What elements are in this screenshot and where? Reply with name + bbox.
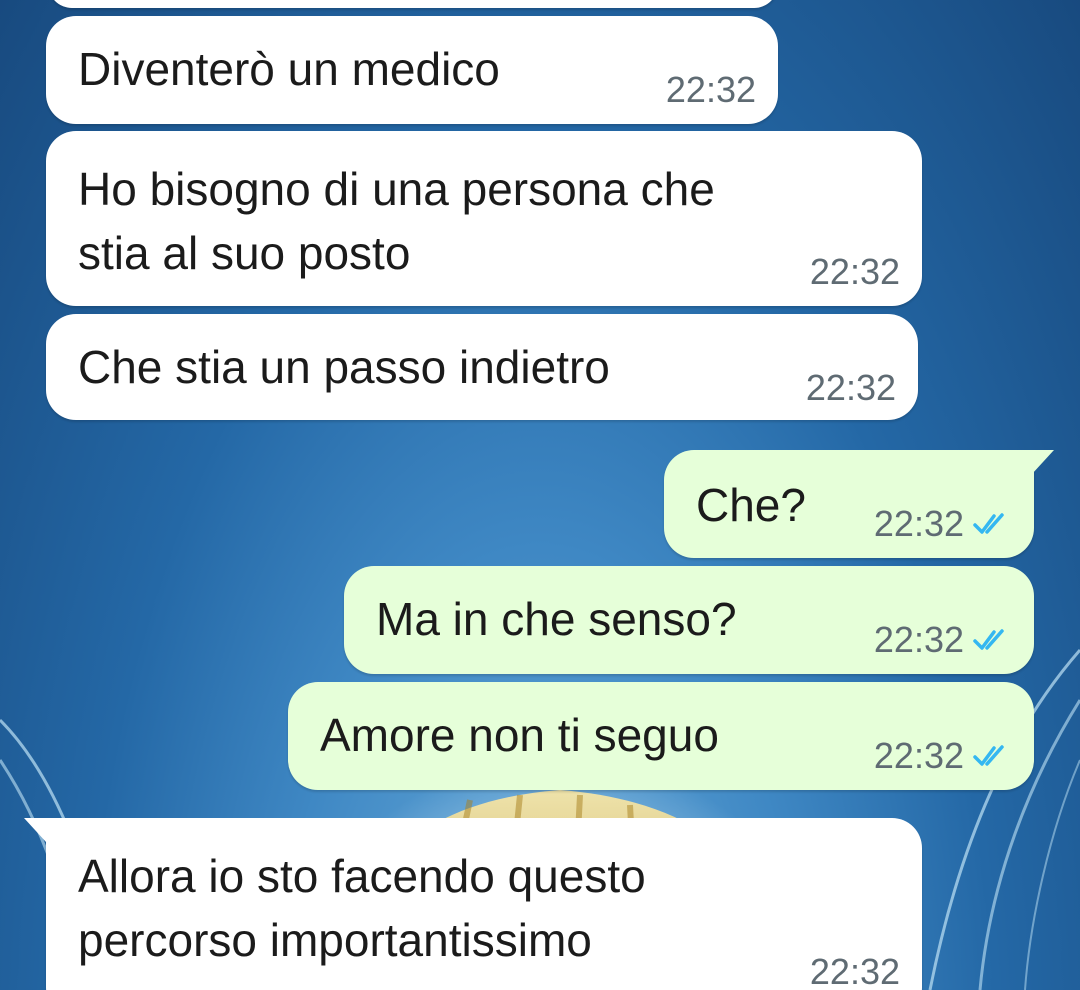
message-time: 22:32 — [873, 619, 964, 660]
message-bubble-incoming[interactable]: Ho bisogno di una persona che stia al su… — [46, 131, 922, 306]
message-text: Ma in che senso? — [376, 593, 737, 645]
message-bubble-incoming[interactable]: Diventerò un medico 22:32 — [46, 16, 778, 124]
message-meta: 22:32 — [806, 368, 896, 408]
message-text: Che? — [696, 479, 806, 531]
message-time: 22:32 — [873, 735, 964, 776]
message-bubble-incoming[interactable]: Allora io sto facendo questo percorso im… — [24, 818, 922, 990]
bubble-tail — [1032, 450, 1054, 474]
message-text: Diventerò un medico — [78, 43, 500, 95]
message-text: Ho bisogno di una persona che stia al su… — [78, 163, 715, 279]
message-bubble-outgoing[interactable]: Ma in che senso? 22:32 — [344, 566, 1034, 674]
double-check-icon — [973, 629, 1004, 650]
message-time: 22:32 — [809, 951, 900, 990]
bubble-tail — [24, 818, 46, 842]
message-time: 22:32 — [809, 251, 900, 292]
message-time: 22:32 — [873, 503, 964, 544]
message-text: Amore non ti seguo — [320, 709, 719, 761]
message-bubble-outgoing[interactable]: Amore non ti seguo 22:32 — [288, 682, 1034, 790]
double-check-icon — [973, 513, 1004, 534]
double-check-icon — [973, 745, 1004, 766]
message-bubble-incoming[interactable]: Che stia un passo indietro 22:32 — [46, 314, 918, 420]
message-meta: 22:32 — [874, 736, 1012, 776]
message-text: Che stia un passo indietro — [78, 341, 610, 393]
message-meta: 22:32 — [874, 620, 1012, 660]
message-text: Allora io sto facendo questo percorso im… — [78, 850, 646, 966]
message-bubble-partial[interactable] — [48, 0, 778, 8]
message-meta: 22:32 — [874, 504, 1012, 544]
message-meta: 22:32 — [810, 252, 900, 292]
message-time: 22:32 — [805, 367, 896, 408]
message-time: 22:32 — [665, 69, 756, 110]
message-meta: 22:32 — [666, 70, 756, 110]
message-meta: 22:32 — [810, 952, 900, 990]
message-bubble-outgoing[interactable]: Che? 22:32 — [664, 450, 1054, 558]
